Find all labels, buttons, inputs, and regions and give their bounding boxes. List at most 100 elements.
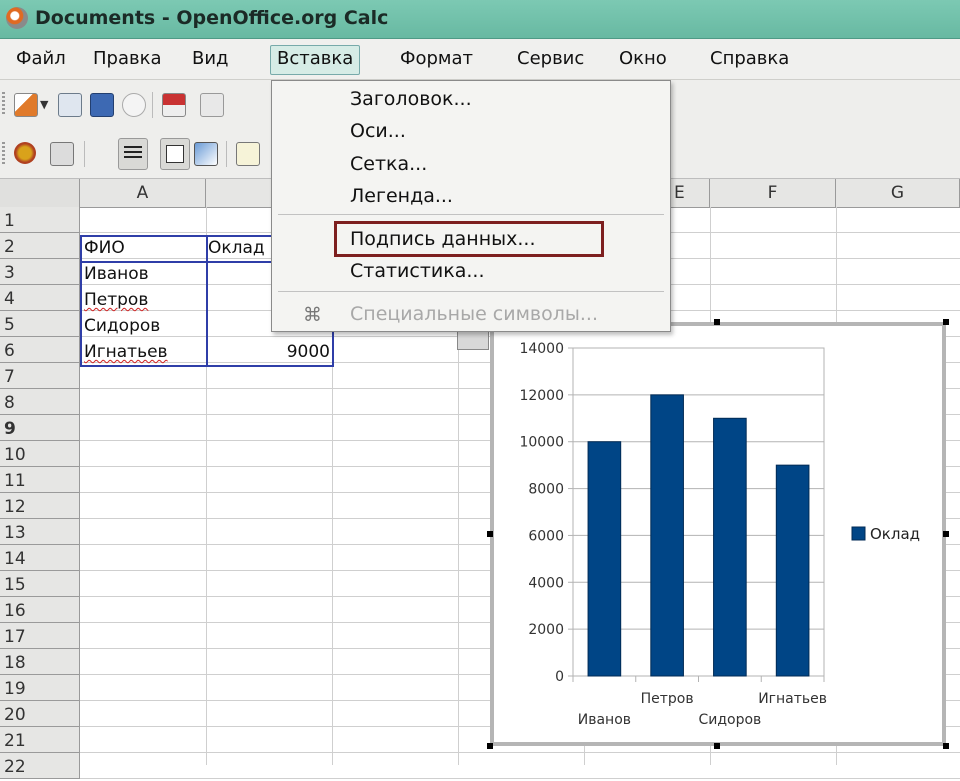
row-header-14[interactable]: 14: [0, 545, 80, 571]
menu-item-axes[interactable]: Оси...: [350, 116, 406, 146]
row-header-10[interactable]: 10: [0, 441, 80, 467]
data-range-highlight-a2: [80, 235, 208, 263]
row-header-12[interactable]: 12: [0, 493, 80, 519]
embedded-chart[interactable]: 0 2000 4000 6000 8000 10000 12000 14000 Иванов Пе…: [490, 322, 946, 746]
row-header-18[interactable]: 18: [0, 649, 80, 675]
chart-resize-handle[interactable]: [943, 531, 949, 537]
toolbar-separator: [152, 92, 153, 118]
legend-icon: [166, 145, 184, 163]
column-header-f[interactable]: F: [710, 179, 836, 207]
row-header-17[interactable]: 17: [0, 623, 80, 649]
menu-item-grid[interactable]: Сетка...: [350, 149, 427, 179]
chart-area-icon[interactable]: [50, 142, 74, 166]
openoffice-calc-icon: [6, 7, 28, 29]
chart-canvas: 0 2000 4000 6000 8000 10000 12000 14000 Иванов Пе…: [519, 341, 920, 728]
y-tick-label: 14000: [519, 341, 564, 357]
new-dropdown-arrow-icon[interactable]: ▼: [40, 98, 48, 111]
bar-2: [650, 394, 684, 677]
export-pdf-icon[interactable]: [162, 93, 186, 117]
menu-insert[interactable]: Вставка: [270, 45, 361, 75]
window-title: Documents - OpenOffice.org Calc: [35, 7, 389, 29]
menu-help[interactable]: Справка: [704, 45, 795, 73]
row-header-1[interactable]: 1: [0, 207, 80, 233]
menu-bar: Файл Правка Вид Вставка Формат Сервис Ок…: [0, 39, 960, 80]
row-header-3[interactable]: 3: [0, 259, 80, 285]
chart-resize-handle[interactable]: [714, 319, 720, 325]
format-selection-icon[interactable]: [14, 142, 36, 164]
menu-item-legend[interactable]: Легенда...: [350, 181, 453, 211]
x-tick-label: Игнатьев: [758, 691, 827, 707]
chart-resize-handle[interactable]: [487, 531, 493, 537]
row-header-9[interactable]: 9: [0, 415, 80, 441]
chart-resize-handle[interactable]: [714, 743, 720, 749]
chart-resize-handle[interactable]: [943, 319, 949, 325]
y-tick-label: 12000: [519, 388, 564, 404]
print-icon[interactable]: [200, 93, 224, 117]
toolbar-separator: [226, 141, 227, 167]
row-header-11[interactable]: 11: [0, 467, 80, 493]
row-header-13[interactable]: 13: [0, 519, 80, 545]
title-bar: Documents - OpenOffice.org Calc: [0, 0, 960, 39]
menu-item-statistics[interactable]: Статистика...: [350, 256, 485, 286]
chart-object-anchor-icon: [457, 330, 489, 350]
menu-separator: [278, 214, 664, 215]
row-header-5[interactable]: 5: [0, 311, 80, 337]
x-tick-label: Иванов: [578, 712, 631, 728]
toolbar-grip[interactable]: [2, 92, 5, 116]
menu-separator: [278, 291, 664, 292]
row-header-7[interactable]: 7: [0, 363, 80, 389]
insert-menu-dropdown: Заголовок... Оси... Сетка... Легенда... …: [271, 80, 671, 332]
y-tick-label: 8000: [528, 482, 564, 498]
row-header-21[interactable]: 21: [0, 727, 80, 753]
bar-3: [713, 417, 747, 677]
horizontal-grid-icon: [124, 146, 142, 160]
menu-window[interactable]: Окно: [613, 45, 673, 73]
scale-text-icon[interactable]: [194, 142, 218, 166]
open-folder-icon[interactable]: [58, 93, 82, 117]
y-tick-label: 2000: [528, 622, 564, 638]
horizontal-grid-toggle[interactable]: [118, 138, 148, 170]
column-header-g[interactable]: G: [836, 179, 960, 207]
y-tick-label: 4000: [528, 575, 564, 591]
row-gridline: [80, 778, 960, 779]
menu-view[interactable]: Вид: [186, 45, 235, 73]
toolbar-separator: [84, 141, 85, 167]
legend-toggle[interactable]: [160, 138, 190, 170]
y-tick-label: 10000: [519, 435, 564, 451]
command-icon: ⌘: [303, 304, 322, 326]
chart-resize-handle[interactable]: [487, 743, 493, 749]
menu-edit[interactable]: Правка: [87, 45, 168, 73]
select-all-corner[interactable]: [0, 179, 80, 207]
row-header-6[interactable]: 6: [0, 337, 80, 363]
row-header-8[interactable]: 8: [0, 389, 80, 415]
row-header-22[interactable]: 22: [0, 753, 80, 779]
new-document-icon[interactable]: [14, 93, 38, 117]
x-tick-label: Сидоров: [698, 712, 761, 728]
menu-tools[interactable]: Сервис: [511, 45, 590, 73]
menu-file[interactable]: Файл: [10, 45, 72, 73]
chart-resize-handle[interactable]: [943, 743, 949, 749]
row-header-19[interactable]: 19: [0, 675, 80, 701]
row-header-16[interactable]: 16: [0, 597, 80, 623]
legend-swatch: [851, 526, 866, 541]
save-icon[interactable]: [90, 93, 114, 117]
column-header-a[interactable]: A: [80, 179, 206, 207]
toolbar-grip[interactable]: [2, 142, 5, 166]
row-gridline: [80, 752, 960, 753]
menu-format[interactable]: Формат: [394, 45, 479, 73]
email-document-icon[interactable]: [122, 93, 146, 117]
bar-4: [775, 464, 810, 677]
y-tick-label: 0: [555, 669, 564, 685]
data-range-highlight-a3-a6: [80, 261, 208, 367]
bar-1: [587, 441, 622, 677]
row-header-2[interactable]: 2: [0, 233, 80, 259]
legend-label: Оклад: [870, 525, 920, 543]
x-tick-label: Петров: [641, 691, 694, 707]
menu-item-title[interactable]: Заголовок...: [350, 84, 472, 114]
y-tick-label: 6000: [528, 528, 564, 544]
data-labels-highlight-frame: [334, 221, 604, 257]
row-header-20[interactable]: 20: [0, 701, 80, 727]
row-header-4[interactable]: 4: [0, 285, 80, 311]
automatic-layout-icon[interactable]: [236, 142, 260, 166]
row-header-15[interactable]: 15: [0, 571, 80, 597]
